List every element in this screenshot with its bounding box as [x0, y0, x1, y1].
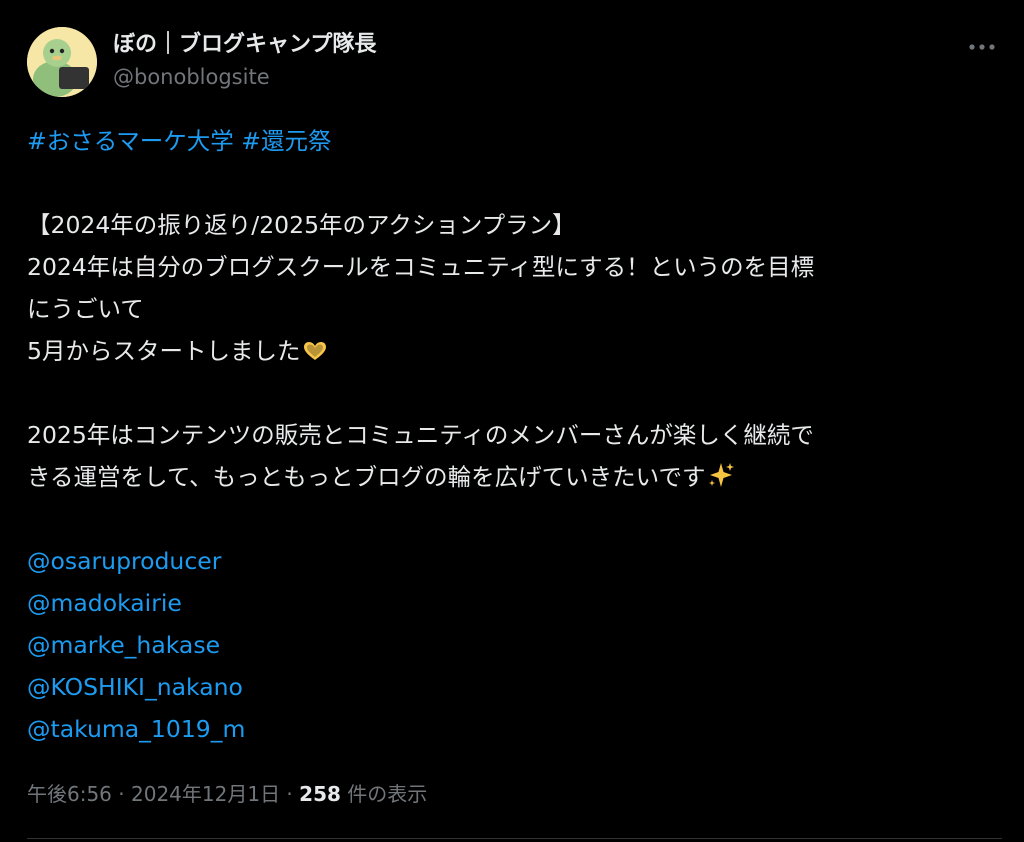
hashtag-link[interactable]: #還元祭: [241, 127, 331, 155]
tweet: ぼの｜ブログキャンプ隊長 @bonoblogsite #おさるマーケ大学 #還元…: [0, 0, 1024, 842]
mention-line: @madokairie: [27, 582, 1002, 624]
text-line: にうごいて: [27, 295, 144, 323]
divider: [27, 838, 1002, 839]
text-line: 【2024年の振り返り/2025年のアクションプラン】: [27, 211, 576, 239]
heart-hands-icon: [302, 334, 328, 376]
meta-separator: ·: [280, 782, 300, 806]
text-line-with-emoji: きる運営をして、もっともっとブログの輪を広げていきたいです: [27, 456, 1002, 498]
more-options-button[interactable]: [962, 35, 1002, 59]
post-date[interactable]: 2024年12月1日: [131, 782, 280, 806]
avatar-image: [27, 27, 97, 97]
post-time[interactable]: 午後6:56: [27, 782, 112, 806]
avatar[interactable]: [27, 27, 97, 97]
text-line-with-emoji: 5月からスタートしました: [27, 330, 1002, 372]
views-label: 件の表示: [340, 782, 428, 806]
text-line: 2024年は自分のブログスクールをコミュニティ型にする！というのを目標: [27, 253, 815, 281]
more-dots-icon: [969, 44, 995, 50]
mention-link[interactable]: @madokairie: [27, 589, 182, 617]
text-line: きる運営をして、もっともっとブログの輪を広げていきたいです: [27, 463, 706, 491]
hashtag-line: #おさるマーケ大学 #還元祭: [27, 120, 1002, 162]
mention-line: @osaruproducer: [27, 540, 1002, 582]
hashtag-link[interactable]: #おさるマーケ大学: [27, 127, 234, 155]
text-line: 2025年はコンテンツの販売とコミュニティのメンバーさんが楽しく継続で: [27, 421, 814, 449]
text-line: 5月からスタートしました: [27, 337, 301, 365]
mention-line: @takuma_1019_m: [27, 708, 1002, 750]
mention-line: @KOSHIKI_nakano: [27, 666, 1002, 708]
mention-link[interactable]: @osaruproducer: [27, 547, 221, 575]
mention-link[interactable]: @KOSHIKI_nakano: [27, 673, 243, 701]
tweet-meta: 午後6:56 · 2024年12月1日 · 258 件の表示: [27, 778, 427, 810]
meta-separator: ·: [111, 782, 131, 806]
tweet-header: ぼの｜ブログキャンプ隊長 @bonoblogsite: [27, 27, 1002, 97]
mention-link[interactable]: @marke_hakase: [27, 631, 220, 659]
author-info: ぼの｜ブログキャンプ隊長 @bonoblogsite: [113, 31, 376, 91]
author-display-name[interactable]: ぼの｜ブログキャンプ隊長: [113, 31, 376, 59]
author-handle[interactable]: @bonoblogsite: [113, 63, 376, 91]
views-count: 258: [299, 782, 341, 806]
sparkles-icon: [707, 460, 735, 502]
mention-link[interactable]: @takuma_1019_m: [27, 715, 245, 743]
tweet-text: #おさるマーケ大学 #還元祭 【2024年の振り返り/2025年のアクションプラ…: [27, 120, 1002, 750]
mention-line: @marke_hakase: [27, 624, 1002, 666]
